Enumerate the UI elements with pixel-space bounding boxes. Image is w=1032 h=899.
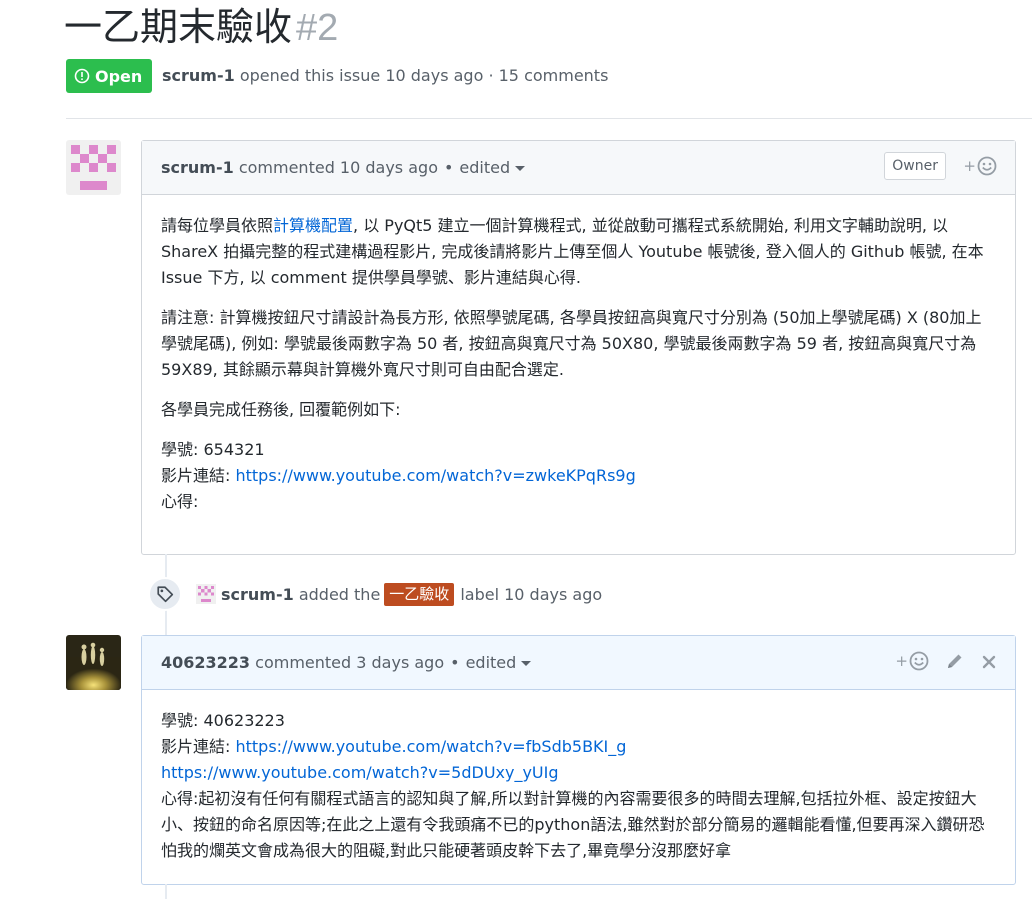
avatar-scrum-1[interactable] bbox=[66, 140, 121, 195]
student-id: 學號: 40623223 bbox=[161, 711, 285, 730]
paragraph-note: 請注意: 計算機按鈕尺寸請設計為長方形, 依照學號尾碼, 各學員按鈕高與寬尺寸分… bbox=[161, 308, 982, 379]
edited-label: edited bbox=[459, 158, 511, 177]
event-actor[interactable]: scrum-1 bbox=[221, 585, 294, 604]
caret-down-icon bbox=[521, 661, 532, 666]
issue-state-badge: Open bbox=[66, 59, 153, 93]
issue-meta-text: opened this issue 10 days ago · 15 comme… bbox=[239, 66, 609, 85]
issue-opened-icon bbox=[74, 68, 90, 84]
example-student-id: 學號: 654321 bbox=[161, 440, 265, 459]
avatar-40623223[interactable] bbox=[66, 635, 121, 690]
paragraph-example-intro: 各學員完成任務後, 回覆範例如下: bbox=[161, 400, 401, 419]
comment-action[interactable]: commented 10 days ago bbox=[239, 158, 438, 177]
issue-title: 一乙期末驗收 #2 bbox=[64, 4, 338, 52]
owner-badge: Owner bbox=[884, 152, 946, 180]
comment-header: 40623223 commented 3 days ago • edited + bbox=[142, 636, 1015, 690]
video-line: 影片連結: https://www.youtube.com/watch?v=fb… bbox=[161, 734, 996, 760]
student-note: 心得:起初沒有任何有關程式語言的認知與了解,所以對計算機的內容需要很多的時間去理… bbox=[161, 789, 985, 860]
label-badge[interactable]: 一乙驗收 bbox=[384, 582, 455, 606]
issue-title-text: 一乙期末驗收 bbox=[64, 7, 293, 49]
comment-body: 請每位學員依照計算機配置, 以 PyQt5 建立一個計算機程式, 並從啟動可攜程… bbox=[142, 195, 1015, 515]
avatar-scrum-1-small[interactable] bbox=[196, 584, 216, 604]
close-icon[interactable] bbox=[981, 654, 997, 670]
comment-action[interactable]: commented 3 days ago bbox=[255, 653, 444, 672]
edited-dropdown[interactable]: edited bbox=[459, 158, 526, 177]
tag-icon-badge bbox=[148, 577, 182, 611]
smiley-icon bbox=[977, 156, 997, 176]
edited-dropdown[interactable]: edited bbox=[466, 653, 532, 672]
add-reaction-button[interactable]: + bbox=[963, 156, 997, 176]
label-event: scrum-1 added the 一乙驗收 label 10 days ago bbox=[148, 577, 602, 611]
comment-owner: scrum-1 commented 10 days ago • edited Own… bbox=[141, 140, 1016, 555]
para1-pre: 請每位學員依照 bbox=[161, 216, 274, 235]
example-video-line: 影片連結: https://www.youtube.com/watch?v=zw… bbox=[161, 463, 996, 489]
video-link-1[interactable]: https://www.youtube.com/watch?v=fbSdb5BK… bbox=[235, 737, 626, 756]
event-pre-text: added the bbox=[298, 584, 381, 604]
add-reaction-button[interactable]: + bbox=[895, 651, 929, 671]
example-video-label: 影片連結: bbox=[161, 466, 236, 485]
plus-icon: + bbox=[963, 157, 976, 175]
edited-label: edited bbox=[465, 653, 517, 672]
issue-author-link[interactable]: scrum-1 bbox=[162, 66, 235, 85]
issue-number: #2 bbox=[296, 7, 339, 49]
comment-body: 學號: 40623223 影片連結: https://www.youtube.c… bbox=[142, 690, 1015, 864]
comment-author[interactable]: scrum-1 bbox=[161, 158, 234, 177]
smiley-icon bbox=[909, 651, 929, 671]
caret-down-icon bbox=[515, 166, 526, 171]
bullet-separator: • bbox=[443, 158, 454, 177]
calculator-config-link[interactable]: 計算機配置 bbox=[273, 216, 353, 235]
plus-icon: + bbox=[895, 652, 908, 670]
header-divider bbox=[66, 118, 1032, 119]
comment-header: scrum-1 commented 10 days ago • edited Own… bbox=[142, 141, 1015, 195]
example-note: 心得: bbox=[161, 492, 199, 511]
video-line-2: https://www.youtube.com/watch?v=5dDUxy_y… bbox=[161, 760, 996, 786]
comment-author[interactable]: 40623223 bbox=[161, 653, 250, 672]
pencil-icon[interactable] bbox=[945, 651, 965, 671]
issue-meta: scrum-1 opened this issue 10 days ago · … bbox=[162, 66, 608, 85]
example-video-link[interactable]: https://www.youtube.com/watch?v=zwkeKPqR… bbox=[235, 466, 635, 485]
video-label: 影片連結: bbox=[161, 737, 236, 756]
video-link-2[interactable]: https://www.youtube.com/watch?v=5dDUxy_y… bbox=[161, 763, 559, 782]
timeline-line-bottom bbox=[165, 884, 167, 899]
event-post-text: label 10 days ago bbox=[460, 584, 603, 604]
issue-state-label: Open bbox=[95, 66, 143, 86]
tag-icon bbox=[157, 586, 174, 603]
paragraph-instructions: 請每位學員依照計算機配置, 以 PyQt5 建立一個計算機程式, 並從啟動可攜程… bbox=[161, 213, 996, 291]
bullet-separator: • bbox=[450, 653, 460, 672]
comment-student: 40623223 commented 3 days ago • edited + 學… bbox=[141, 635, 1016, 885]
